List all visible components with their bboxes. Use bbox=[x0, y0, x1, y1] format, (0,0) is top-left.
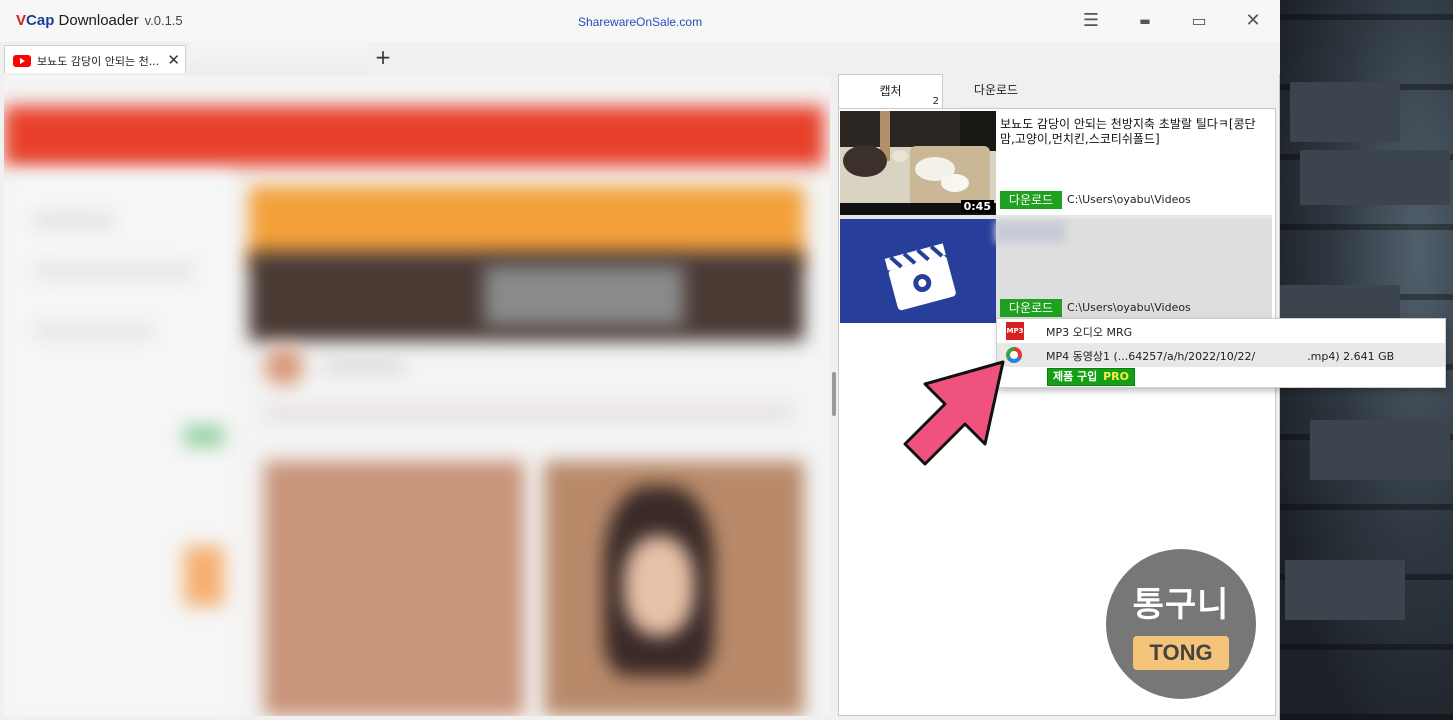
close-tab-icon[interactable]: ✕ bbox=[167, 51, 180, 69]
video-thumbnail[interactable]: 0:45 bbox=[840, 111, 996, 215]
format-option-label-head: MP4 동영상1 (...64257/a/h/2022/10/22/ bbox=[1046, 350, 1256, 363]
maximize-button[interactable]: ▭ bbox=[1184, 8, 1214, 34]
format-option-label: MP3 오디오 MRG bbox=[1046, 326, 1133, 339]
blurred-button bbox=[184, 426, 224, 446]
watermark-line2: TONG bbox=[1133, 636, 1229, 670]
clapperboard-icon bbox=[840, 219, 996, 323]
save-path[interactable]: C:\Users\oyabu\Videos bbox=[1067, 193, 1191, 206]
close-button[interactable]: ✕ bbox=[1238, 8, 1268, 34]
panel-splitter[interactable] bbox=[832, 372, 836, 416]
watermark-logo: 통구니 TONG bbox=[1106, 549, 1256, 699]
youtube-icon bbox=[13, 55, 31, 67]
capture-item[interactable]: 0:45 보뇨도 감당이 안되는 천방지축 초발랄 틸다ㅋ[콩단맘,고양이,먼치… bbox=[840, 111, 1272, 219]
background-brick bbox=[1310, 420, 1450, 480]
blurred-header bbox=[4, 106, 824, 166]
app-version: v.0.1.5 bbox=[144, 13, 183, 28]
blurred-sidebar bbox=[4, 176, 234, 716]
brand-v: V bbox=[16, 12, 27, 29]
buy-pro-button[interactable]: 제품 구입 PRO bbox=[1047, 368, 1135, 386]
brand-cap: Cap bbox=[26, 12, 55, 29]
format-option-mp4[interactable]: MP4 동영상1 (...64257/a/h/2022/10/22/ .mp4) … bbox=[997, 343, 1445, 367]
add-tab-button[interactable]: + bbox=[372, 45, 394, 69]
blurred-face bbox=[624, 536, 694, 636]
format-menu: MP3 MP3 오디오 MRG MP4 동영상1 (...64257/a/h/2… bbox=[996, 318, 1446, 388]
menu-icon[interactable]: ☰ bbox=[1076, 8, 1106, 34]
blurred-line bbox=[324, 361, 404, 371]
tab-capture[interactable]: 캡처 2 bbox=[838, 74, 943, 109]
download-button[interactable]: 다운로드 bbox=[1000, 299, 1062, 317]
video-duration: 0:45 bbox=[960, 200, 994, 213]
format-option-mp3[interactable]: MP3 MP3 오디오 MRG bbox=[997, 319, 1445, 343]
blurred-line bbox=[34, 326, 154, 336]
background-brick bbox=[1300, 150, 1450, 205]
blurred-line bbox=[34, 266, 194, 276]
browser-tab-strip: 보뇨도 감당이 안되는 천... ✕ + bbox=[0, 42, 1280, 74]
blurred-avatar bbox=[264, 346, 304, 386]
video-title: 보뇨도 감당이 안되는 천방지축 초발랄 틸다ㅋ[콩단맘,고양이,먼치킨,스코티… bbox=[1000, 117, 1256, 146]
brand-rest: Downloader bbox=[54, 12, 139, 29]
blurred-ad bbox=[184, 546, 224, 606]
blurred-line bbox=[34, 216, 114, 226]
app-title: VCap Downloader v.0.1.5 bbox=[16, 12, 183, 29]
download-button[interactable]: 다운로드 bbox=[1000, 191, 1062, 209]
pointer-arrow-icon bbox=[903, 360, 1005, 466]
video-thumbnail[interactable] bbox=[840, 219, 996, 323]
watermark-line1: 통구니 bbox=[1132, 585, 1230, 625]
title-bar: VCap Downloader v.0.1.5 SharewareOnSale.c… bbox=[0, 0, 1280, 42]
format-option-label-tail: .mp4) 2.641 GB bbox=[1307, 350, 1395, 363]
sharewareonsale-link[interactable]: SharewareOnSale.com bbox=[578, 15, 702, 29]
blurred-tab bbox=[190, 42, 368, 74]
pro-label: PRO bbox=[1103, 370, 1130, 383]
blurred-title bbox=[995, 221, 1065, 243]
blurred-thumbnail bbox=[264, 461, 524, 716]
browser-view[interactable] bbox=[4, 76, 830, 716]
blurred-banner-image bbox=[484, 266, 684, 326]
browser-tab[interactable]: 보뇨도 감당이 안되는 천... ✕ bbox=[4, 45, 186, 73]
mp3-icon: MP3 bbox=[1006, 322, 1024, 340]
tab-capture-label: 캡처 bbox=[879, 84, 902, 98]
browser-tab-title: 보뇨도 감당이 안되는 천... bbox=[37, 55, 160, 68]
tab-download[interactable]: 다운로드 bbox=[944, 74, 1048, 109]
capture-count-badge: 2 bbox=[932, 96, 939, 107]
capture-item-selected[interactable]: 다운로드 C:\Users\oyabu\Videos bbox=[840, 219, 1272, 323]
minimize-button[interactable]: ▬ bbox=[1130, 8, 1160, 34]
buy-label: 제품 구입 bbox=[1052, 370, 1098, 383]
background-brick bbox=[1290, 82, 1400, 142]
background-brick bbox=[1285, 560, 1405, 620]
save-path[interactable]: C:\Users\oyabu\Videos bbox=[1067, 301, 1191, 314]
blurred-toolbar bbox=[264, 406, 794, 420]
format-option-label: MP4 동영상1 (...64257/a/h/2022/10/22/ .mp4) … bbox=[1046, 348, 1394, 364]
tab-download-label: 다운로드 bbox=[973, 83, 1019, 97]
